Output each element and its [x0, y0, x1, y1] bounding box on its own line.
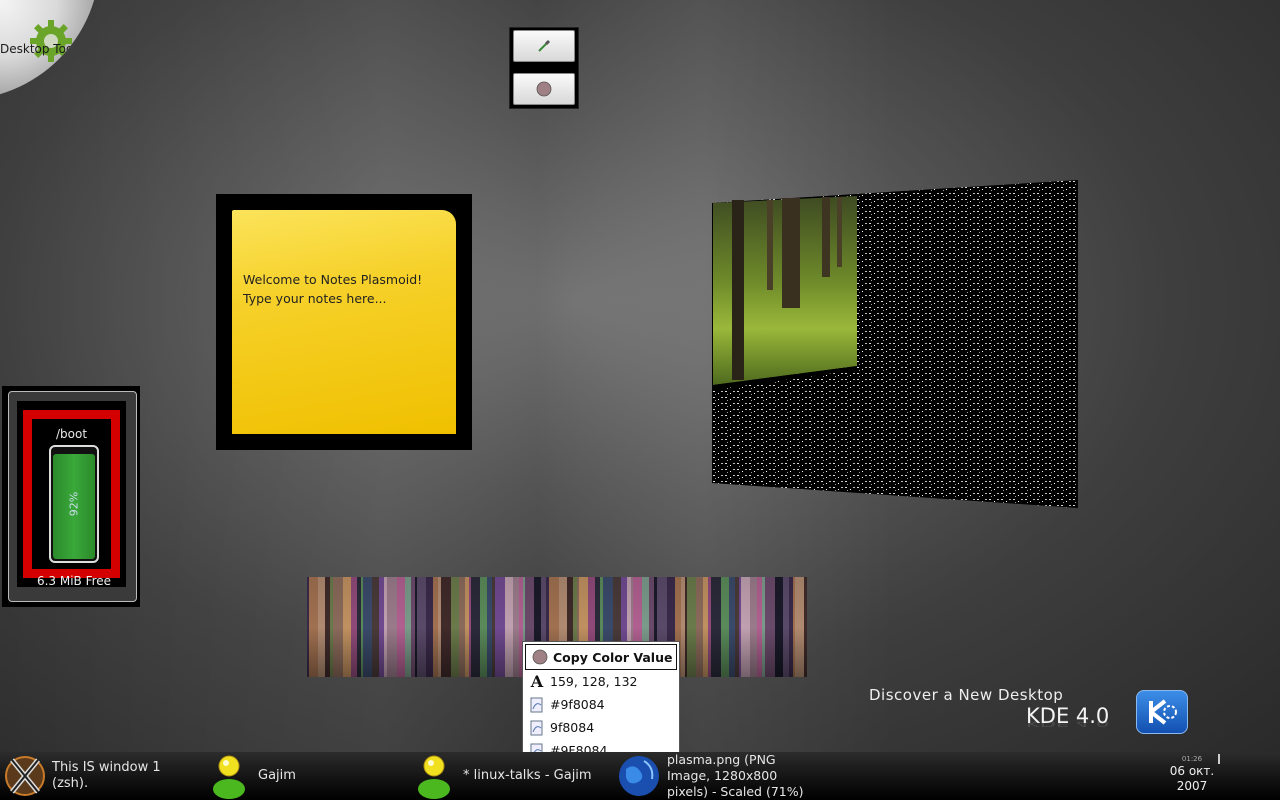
- task-label: Gajim: [258, 768, 296, 783]
- copy-color-menu-title: Copy Color Value: [525, 644, 677, 670]
- gajim-icon: [213, 755, 245, 799]
- disk-usage-bar: 92%: [49, 445, 99, 563]
- picture-frame[interactable]: [712, 180, 1078, 508]
- disk-usage-percent: 92%: [67, 491, 81, 517]
- menu-item-rgb[interactable]: A 159, 128, 132: [523, 670, 679, 693]
- notes-text[interactable]: Welcome to Notes Plasmoid! Type your not…: [243, 270, 448, 308]
- x-terminal-icon: [5, 756, 45, 796]
- panel-handle[interactable]: [1218, 754, 1220, 764]
- branding-version-reflection: KDE 4.0: [1026, 718, 1110, 728]
- notes-paper[interactable]: Welcome to Notes Plasmoid! Type your not…: [232, 210, 456, 434]
- disk-usage-widget: /boot 92% 6.3 MiB Free: [2, 386, 140, 607]
- branding-tagline: Discover a New Desktop: [869, 686, 1064, 704]
- task-gajim[interactable]: Gajim: [206, 752, 406, 800]
- globe-icon: [619, 756, 659, 796]
- desktop-toolbox[interactable]: Desktop Toolbox: [0, 0, 100, 100]
- color-swatch-icon: [532, 649, 548, 665]
- gear-icon: [30, 20, 72, 62]
- toolbox-label: Desktop Toolbox: [0, 42, 99, 56]
- disk-free-label: 6.3 MiB Free: [36, 574, 112, 588]
- color-document-icon: [530, 743, 543, 752]
- task-label: plasma.png (PNG Image, 1280x800 pixels) …: [667, 752, 804, 799]
- menu-item-hex-upper[interactable]: #9F8084: [523, 739, 679, 752]
- pick-color-button[interactable]: [513, 30, 575, 62]
- task-label: This IS window 1 (zsh).: [52, 760, 161, 791]
- menu-item-hex-lower[interactable]: #9f8084: [523, 693, 679, 716]
- task-image-viewer[interactable]: plasma.png (PNG Image, 1280x800 pixels) …: [616, 752, 836, 800]
- color-document-icon: [530, 720, 543, 735]
- color-swatch-icon: [536, 81, 552, 97]
- taskbar: This IS window 1 (zsh). Gajim * linux-ta…: [0, 752, 1280, 800]
- clock-time: 01:26: [1181, 755, 1203, 763]
- task-linux-talks[interactable]: * linux-talks - Gajim: [411, 752, 611, 800]
- menu-item-hex-plain[interactable]: 9f8084: [523, 716, 679, 739]
- disk-warning-frame: /boot 92% 6.3 MiB Free: [23, 410, 120, 588]
- disk-mount-label: /boot: [55, 427, 88, 441]
- task-label: * linux-talks - Gajim: [463, 768, 592, 783]
- clock-date: 06 окт. 2007: [1169, 764, 1215, 793]
- gajim-icon: [418, 755, 450, 799]
- menu-title-label: Copy Color Value: [553, 649, 673, 665]
- kde-logo-icon: [1136, 690, 1188, 734]
- font-icon: A: [530, 672, 544, 691]
- color-picker-applet: [509, 27, 579, 109]
- task-zsh[interactable]: This IS window 1 (zsh).: [0, 752, 200, 800]
- clock[interactable]: 01:26 06 окт. 2007: [1160, 752, 1224, 800]
- notes-widget: Welcome to Notes Plasmoid! Type your not…: [216, 194, 472, 450]
- color-history-button[interactable]: [513, 73, 575, 105]
- color-document-icon: [530, 697, 543, 712]
- copy-color-menu: Copy Color Value A 159, 128, 132 #9f8084…: [522, 641, 680, 752]
- eyedropper-icon: [538, 39, 551, 52]
- desktop[interactable]: Desktop Toolbox Welcome to Notes Plasmoi…: [0, 0, 1280, 752]
